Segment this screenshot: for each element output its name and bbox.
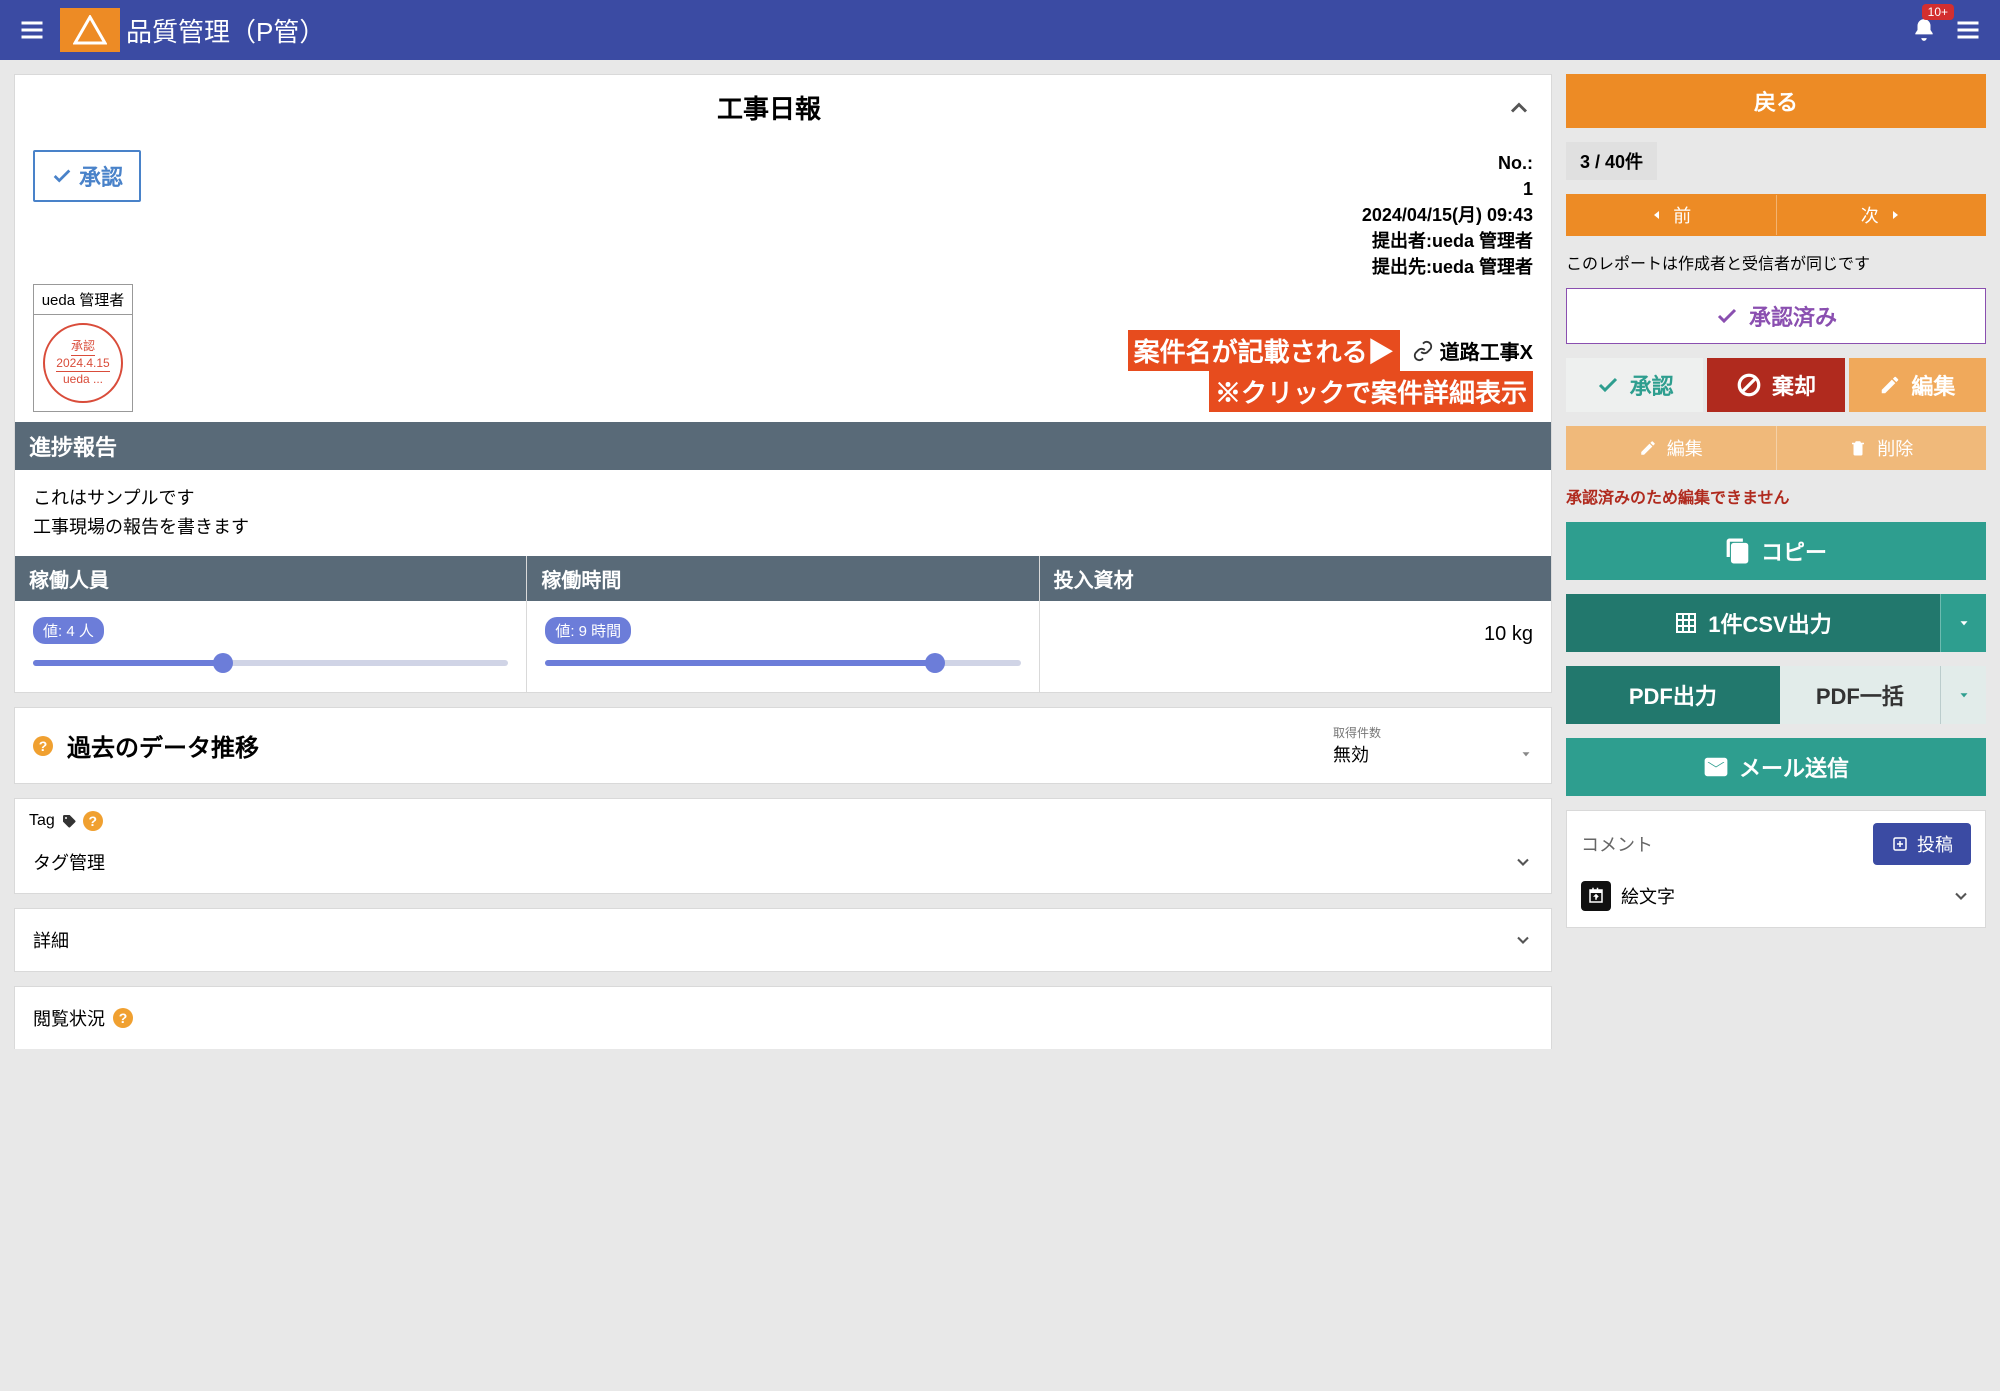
- metric2-slider[interactable]: [545, 660, 1020, 666]
- view-status-row[interactable]: 閲覧状況 ?: [14, 986, 1552, 1049]
- emoji-row[interactable]: 絵文字: [1581, 877, 1971, 915]
- no-label: No.:: [173, 150, 1533, 176]
- past-data-card: ? 過去のデータ推移 取得件数 無効: [14, 707, 1552, 784]
- metric1-slider[interactable]: [33, 660, 508, 666]
- datetime: 2024/04/15(月) 09:43: [173, 202, 1533, 228]
- pdf-bulk-label: PDF一括: [1816, 679, 1904, 711]
- metric2-label: 稼働時間: [527, 556, 1038, 601]
- metric1-pill: 値: 4 人: [33, 617, 104, 644]
- approved-banner: 承認済み: [1566, 288, 1986, 344]
- help-icon[interactable]: ?: [33, 736, 53, 756]
- report-card: 工事日報 承認 No.: 1 2024/04/15(月) 09:43 提出者:u…: [14, 74, 1552, 693]
- road-link-label: 道路工事X: [1440, 336, 1533, 365]
- post-button[interactable]: 投稿: [1873, 823, 1971, 865]
- pdf-export-button[interactable]: PDF出力: [1566, 666, 1780, 724]
- csv-export-label: 1件CSV出力: [1708, 607, 1831, 639]
- comment-title: コメント: [1581, 831, 1873, 857]
- approval-stamp: ueda 管理者 承認 2024.4.15 ueda ...: [33, 284, 133, 412]
- tag-manage-row[interactable]: タグ管理: [15, 831, 1551, 893]
- edit-action[interactable]: 編集: [1849, 358, 1986, 412]
- metric3-value: 10 kg: [1058, 617, 1533, 646]
- copy-button[interactable]: コピー: [1566, 522, 1986, 580]
- detail-label: 詳細: [33, 927, 1513, 953]
- callout-2: ※クリックで案件詳細表示: [1209, 371, 1533, 412]
- metric1-label: 稼働人員: [15, 556, 526, 601]
- tag-card: Tag ? タグ管理: [14, 798, 1552, 894]
- approve-action[interactable]: 承認: [1566, 358, 1703, 412]
- tag-manage-label: タグ管理: [33, 849, 1513, 875]
- page-counter: 3 / 40件: [1566, 142, 1657, 180]
- tag-label: Tag: [29, 812, 55, 830]
- view-status-help-icon[interactable]: ?: [113, 1008, 133, 1028]
- past-data-title: 過去のデータ推移: [67, 728, 1319, 763]
- mail-button[interactable]: メール送信: [1566, 738, 1986, 796]
- pdf-bulk-button[interactable]: PDF一括: [1780, 666, 1940, 724]
- view-status-label: 閲覧状況: [33, 1005, 105, 1031]
- pdf-export-label: PDF出力: [1629, 679, 1717, 711]
- fetch-count-value: 無効: [1333, 741, 1369, 767]
- back-button[interactable]: 戻る: [1566, 74, 1986, 128]
- stamp-date: 2024.4.15: [56, 357, 109, 373]
- progress-body-1: これはサンプルです: [33, 484, 1533, 513]
- info-text: このレポートは作成者と受信者が同じです: [1566, 250, 1986, 274]
- collapse-icon[interactable]: [1505, 94, 1533, 122]
- csv-export-button[interactable]: 1件CSV出力: [1566, 594, 1940, 652]
- edit-button-2[interactable]: 編集: [1566, 426, 1777, 470]
- stamp-name: ueda 管理者: [34, 285, 132, 315]
- stamp-user: ueda ...: [63, 373, 103, 387]
- comment-panel: コメント 投稿 絵文字: [1566, 810, 1986, 928]
- next-label: 次: [1861, 202, 1879, 228]
- metric2-pill: 値: 9 時間: [545, 617, 631, 644]
- approve-button[interactable]: 承認: [33, 150, 141, 202]
- reject-action-label: 棄却: [1772, 369, 1816, 401]
- edit-action-label: 編集: [1911, 369, 1955, 401]
- fetch-count-select[interactable]: 取得件数 無効: [1333, 724, 1533, 767]
- metric3-label: 投入資材: [1040, 556, 1551, 601]
- edit-button-2-label: 編集: [1667, 435, 1703, 461]
- locked-message: 承認済みのため編集できません: [1566, 484, 1986, 508]
- app-title: 品質管理（P管）: [126, 12, 325, 49]
- back-button-label: 戻る: [1754, 85, 1798, 117]
- prev-label: 前: [1673, 202, 1691, 228]
- next-button[interactable]: 次: [1777, 195, 1986, 235]
- callout-1: 案件名が記載される▶: [1128, 330, 1400, 371]
- progress-section-header: 進捗報告: [15, 422, 1551, 470]
- approve-action-label: 承認: [1630, 369, 1674, 401]
- approved-banner-label: 承認済み: [1749, 300, 1837, 332]
- approve-button-label: 承認: [79, 160, 123, 192]
- app-logo[interactable]: [60, 8, 120, 52]
- no-value: 1: [173, 176, 1533, 202]
- tag-help-icon[interactable]: ?: [83, 811, 103, 831]
- post-button-label: 投稿: [1917, 831, 1953, 857]
- delete-button[interactable]: 削除: [1777, 426, 1987, 470]
- detail-row[interactable]: 詳細: [14, 908, 1552, 972]
- csv-dropdown[interactable]: [1940, 594, 1986, 652]
- hamburger-menu[interactable]: [10, 8, 54, 52]
- submitter: 提出者:ueda 管理者: [173, 228, 1533, 254]
- chevron-down-icon: [1951, 886, 1971, 906]
- sendto: 提出先:ueda 管理者: [173, 254, 1533, 280]
- mail-button-label: メール送信: [1739, 751, 1849, 783]
- pdf-dropdown[interactable]: [1940, 666, 1986, 724]
- tag-icon: [61, 813, 77, 829]
- emoji-icon: [1581, 881, 1611, 911]
- report-title: 工事日報: [33, 89, 1505, 126]
- fetch-count-label: 取得件数: [1333, 724, 1533, 741]
- notifications-bell[interactable]: 10+: [1902, 8, 1946, 52]
- road-link[interactable]: 道路工事X: [1412, 336, 1533, 365]
- delete-button-label: 削除: [1877, 435, 1913, 461]
- emoji-label: 絵文字: [1621, 883, 1941, 909]
- progress-body-2: 工事現場の報告を書きます: [33, 513, 1533, 542]
- stamp-word: 承認: [71, 340, 95, 356]
- copy-button-label: コピー: [1761, 535, 1827, 567]
- notification-badge: 10+: [1922, 4, 1954, 20]
- reject-action[interactable]: 棄却: [1707, 358, 1844, 412]
- prev-button[interactable]: 前: [1567, 195, 1777, 235]
